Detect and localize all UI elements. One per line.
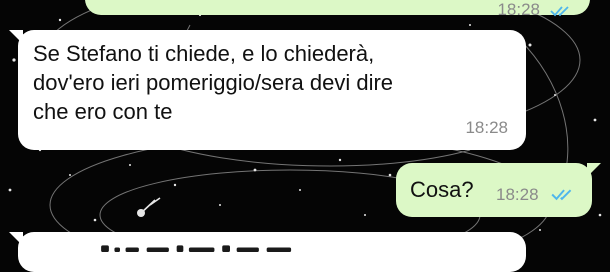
message-timestamp: 18:28	[496, 185, 539, 204]
message-bubble-incoming[interactable]: Se Stefano ti chiede, e lo chiederà, dov…	[9, 30, 526, 150]
message-timestamp: 18:28	[465, 118, 508, 137]
double-check-icon	[551, 189, 572, 201]
message-bubble-outgoing[interactable]: 18:28	[85, 0, 590, 19]
double-check-icon	[550, 6, 569, 17]
message-text: Se Stefano ti chiede, e lo chiederà, dov…	[33, 41, 394, 124]
message-bubble-outgoing[interactable]: Cosa? 18:28	[396, 163, 601, 217]
message-text: Cosa?	[410, 177, 474, 202]
message-timestamp: 18:28	[497, 0, 540, 19]
cropped-text-fragment	[101, 245, 292, 252]
message-bubble-incoming[interactable]	[9, 232, 526, 272]
